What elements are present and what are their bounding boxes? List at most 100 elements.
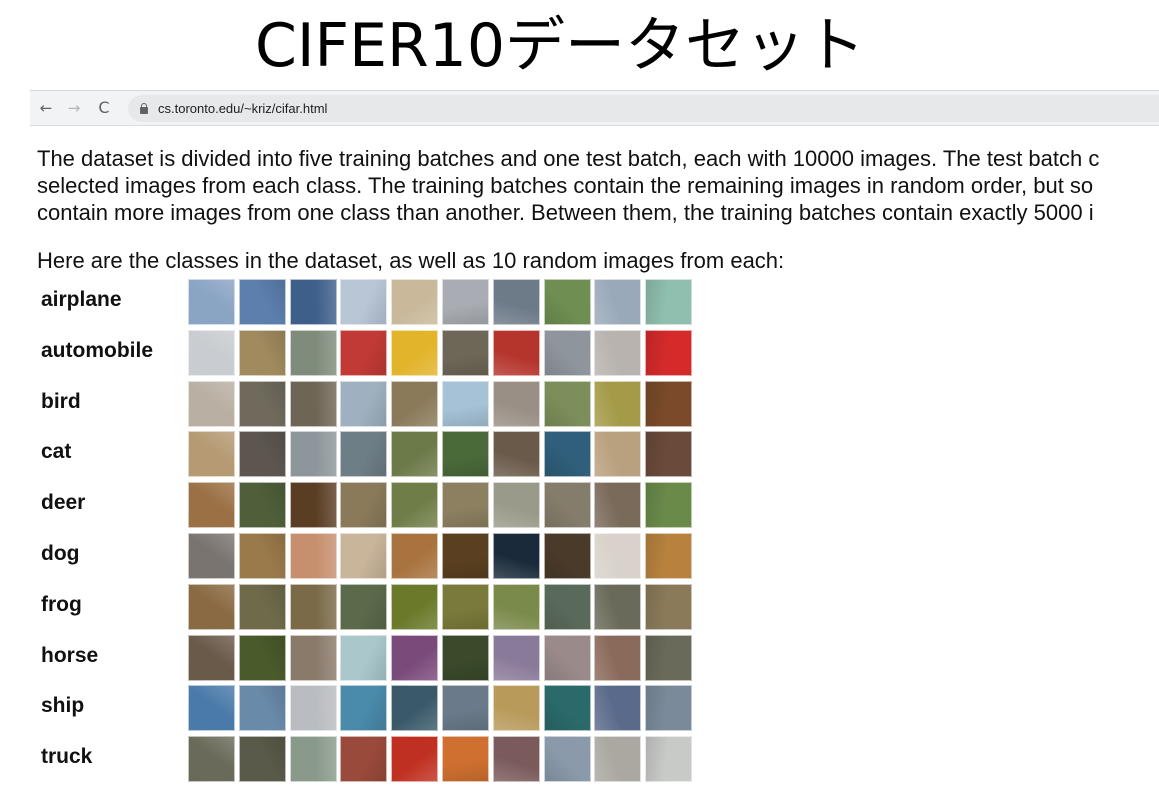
sample-image bbox=[238, 736, 286, 783]
sample-image bbox=[543, 634, 591, 681]
sample-image bbox=[188, 380, 235, 427]
sample-image bbox=[645, 279, 693, 325]
sample-image bbox=[238, 583, 286, 630]
sample-image bbox=[492, 533, 540, 579]
class-label: frog bbox=[41, 592, 82, 616]
sample-image bbox=[543, 685, 591, 732]
class-label: dog bbox=[41, 542, 80, 565]
sample-image bbox=[543, 380, 591, 427]
sample-image bbox=[289, 533, 337, 579]
sample-image bbox=[188, 634, 235, 681]
sample-image bbox=[391, 329, 439, 376]
back-arrow-icon[interactable]: ← bbox=[36, 98, 56, 118]
sample-image bbox=[645, 634, 693, 681]
sample-image bbox=[289, 431, 337, 478]
lock-icon[interactable] bbox=[140, 103, 148, 114]
reload-icon[interactable]: C bbox=[94, 98, 114, 118]
sample-image bbox=[594, 279, 642, 325]
class-label: ship bbox=[41, 694, 85, 718]
sample-image bbox=[645, 329, 693, 376]
class-row-bird: bird bbox=[0, 380, 720, 427]
sample-image bbox=[391, 279, 439, 325]
sample-image bbox=[188, 431, 235, 478]
sample-image bbox=[289, 634, 337, 681]
sample-image bbox=[543, 431, 591, 478]
class-row-truck: truck bbox=[0, 736, 720, 783]
class-label: deer bbox=[41, 491, 86, 515]
dataset-description: The dataset is divided into five trainin… bbox=[37, 145, 1159, 226]
sample-image bbox=[238, 329, 286, 376]
class-row-deer: deer bbox=[0, 482, 720, 529]
sample-image bbox=[188, 329, 235, 376]
sample-image bbox=[442, 583, 489, 630]
sample-image bbox=[340, 685, 388, 732]
class-label: airplane bbox=[41, 288, 122, 311]
sample-image bbox=[594, 583, 642, 630]
forward-arrow-icon[interactable]: → bbox=[64, 98, 84, 118]
sample-image bbox=[340, 279, 388, 325]
sample-image bbox=[645, 482, 693, 529]
sample-image bbox=[238, 279, 286, 325]
sample-image bbox=[340, 482, 388, 529]
sample-image bbox=[391, 583, 439, 630]
class-label: cat bbox=[41, 440, 72, 464]
sample-image bbox=[543, 279, 591, 325]
sample-image bbox=[442, 736, 489, 783]
sample-image bbox=[238, 380, 286, 427]
sample-image bbox=[645, 533, 693, 579]
sample-image bbox=[442, 634, 489, 681]
sample-image bbox=[594, 482, 642, 529]
sample-image bbox=[289, 583, 337, 630]
sample-image bbox=[188, 685, 235, 732]
sample-image bbox=[391, 380, 439, 427]
sample-image bbox=[543, 533, 591, 579]
sample-image bbox=[238, 685, 286, 732]
sample-image bbox=[289, 329, 337, 376]
sample-image bbox=[188, 533, 235, 579]
sample-image bbox=[340, 431, 388, 478]
sample-image bbox=[188, 583, 235, 630]
sample-image bbox=[340, 329, 388, 376]
sample-image bbox=[543, 736, 591, 783]
sample-image bbox=[492, 279, 540, 325]
sample-image bbox=[340, 380, 388, 427]
sample-image bbox=[442, 279, 489, 325]
class-label: automobile bbox=[41, 338, 154, 362]
sample-image bbox=[594, 685, 642, 732]
sample-image bbox=[442, 329, 489, 376]
sample-image bbox=[492, 685, 540, 732]
url-text[interactable]: cs.toronto.edu/~kriz/cifar.html bbox=[158, 95, 327, 122]
sample-image bbox=[289, 685, 337, 732]
sample-image bbox=[391, 736, 439, 783]
sample-image bbox=[594, 431, 642, 478]
address-bar[interactable]: cs.toronto.edu/~kriz/cifar.html bbox=[128, 95, 1159, 122]
sample-image bbox=[492, 431, 540, 478]
sample-image bbox=[594, 634, 642, 681]
sample-image bbox=[645, 380, 693, 427]
class-row-cat: cat bbox=[0, 431, 720, 478]
class-row-automobile: automobile bbox=[0, 329, 720, 376]
sample-image bbox=[289, 279, 337, 325]
sample-image bbox=[543, 329, 591, 376]
browser-toolbar: ← → C cs.toronto.edu/~kriz/cifar.html bbox=[30, 90, 1159, 126]
sample-image bbox=[188, 482, 235, 529]
class-label: bird bbox=[41, 389, 81, 413]
sample-image bbox=[238, 533, 286, 579]
sample-image bbox=[289, 482, 337, 529]
sample-image bbox=[340, 533, 388, 579]
sample-image bbox=[238, 482, 286, 529]
sample-image bbox=[442, 380, 489, 427]
sample-image bbox=[391, 431, 439, 478]
classes-intro: Here are the classes in the dataset, as … bbox=[37, 248, 785, 273]
class-row-frog: frog bbox=[0, 583, 720, 630]
sample-image bbox=[492, 482, 540, 529]
sample-image bbox=[188, 736, 235, 783]
description-line: contain more images from one class than … bbox=[37, 200, 1094, 225]
sample-image bbox=[492, 329, 540, 376]
class-row-horse: horse bbox=[0, 634, 720, 681]
sample-image bbox=[188, 279, 235, 325]
sample-image bbox=[594, 380, 642, 427]
description-line: selected images from each class. The tra… bbox=[37, 173, 1094, 198]
slide-title: CIFER10データセット bbox=[254, 11, 866, 81]
sample-image bbox=[645, 583, 693, 630]
